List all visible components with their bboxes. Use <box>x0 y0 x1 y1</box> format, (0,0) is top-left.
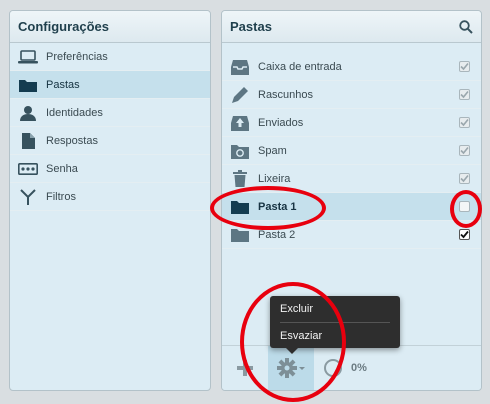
folders-header: Pastas <box>222 11 481 43</box>
menu-item-excluir[interactable]: Excluir <box>280 296 390 322</box>
folder-label: Pasta 2 <box>258 228 296 241</box>
subscribe-checkbox[interactable] <box>459 201 470 212</box>
quota-indicator: 0% <box>324 359 367 377</box>
filter-icon <box>18 188 38 205</box>
subscribe-checkbox <box>459 61 470 72</box>
pencil-icon <box>230 86 250 104</box>
nav-item-preferencias[interactable]: Preferências <box>10 43 210 71</box>
folder-label: Spam <box>258 144 287 157</box>
folder-icon <box>18 77 38 93</box>
settings-title: Configurações <box>18 19 110 34</box>
sent-icon <box>230 114 250 132</box>
folder-icon <box>230 198 250 216</box>
search-icon[interactable] <box>459 19 473 34</box>
nav-item-filtros[interactable]: Filtros <box>10 183 210 211</box>
folder-label: Lixeira <box>258 172 291 185</box>
folder-item-pasta-2[interactable]: Pasta 2 <box>222 221 481 249</box>
quota-text: 0% <box>351 362 367 374</box>
subscribe-checkbox <box>459 145 470 156</box>
folder-actions-menu: Excluir Esvaziar <box>270 296 400 354</box>
folder-item-rascunhos[interactable]: Rascunhos <box>222 81 481 109</box>
subscribe-checkbox <box>459 173 470 184</box>
folder-label: Caixa de entrada <box>258 60 342 73</box>
nav-label: Identidades <box>46 106 103 119</box>
folder-label: Rascunhos <box>258 88 314 101</box>
nav-item-senha[interactable]: Senha <box>10 155 210 183</box>
nav-label: Senha <box>46 162 78 175</box>
folder-item-caixa-de-entrada[interactable]: Caixa de entrada <box>222 53 481 81</box>
nav-label: Pastas <box>46 78 80 91</box>
nav-item-respostas[interactable]: Respostas <box>10 127 210 155</box>
person-icon <box>18 105 38 121</box>
quota-circle-icon <box>324 359 342 377</box>
folder-icon <box>230 226 250 244</box>
laptop-icon <box>18 49 38 65</box>
folder-label: Enviados <box>258 116 304 129</box>
menu-arrow <box>286 348 298 354</box>
add-folder-button[interactable] <box>222 346 268 390</box>
folders-footer: 0% <box>222 345 481 390</box>
nav-label: Respostas <box>46 134 98 147</box>
subscribe-checkbox <box>459 89 470 100</box>
folder-item-lixeira[interactable]: Lixeira <box>222 165 481 193</box>
nav-item-identidades[interactable]: Identidades <box>10 99 210 127</box>
folder-label: Pasta 1 <box>258 200 297 213</box>
subscribe-checkbox[interactable] <box>459 229 470 240</box>
nav-label: Filtros <box>46 190 76 203</box>
spam-icon <box>230 142 250 160</box>
folder-list: Caixa de entrada Rascunhos Enviados Spam… <box>222 53 481 249</box>
folder-item-spam[interactable]: Spam <box>222 137 481 165</box>
settings-header: Configurações <box>10 11 210 43</box>
folder-item-enviados[interactable]: Enviados <box>222 109 481 137</box>
inbox-icon <box>230 58 250 76</box>
plus-icon <box>237 360 253 376</box>
gear-icon <box>277 358 305 378</box>
nav-item-pastas[interactable]: Pastas <box>10 71 210 99</box>
settings-nav: Preferências Pastas Identidades Resposta… <box>10 43 210 211</box>
folder-item-pasta-1[interactable]: Pasta 1 <box>222 193 481 221</box>
trash-icon <box>230 170 250 188</box>
settings-panel: Configurações Preferências Pastas Identi… <box>9 10 211 391</box>
nav-label: Preferências <box>46 50 108 63</box>
document-icon <box>18 132 38 149</box>
subscribe-checkbox <box>459 117 470 128</box>
folders-title: Pastas <box>230 19 272 34</box>
password-icon <box>18 161 38 177</box>
menu-item-esvaziar[interactable]: Esvaziar <box>280 322 390 348</box>
